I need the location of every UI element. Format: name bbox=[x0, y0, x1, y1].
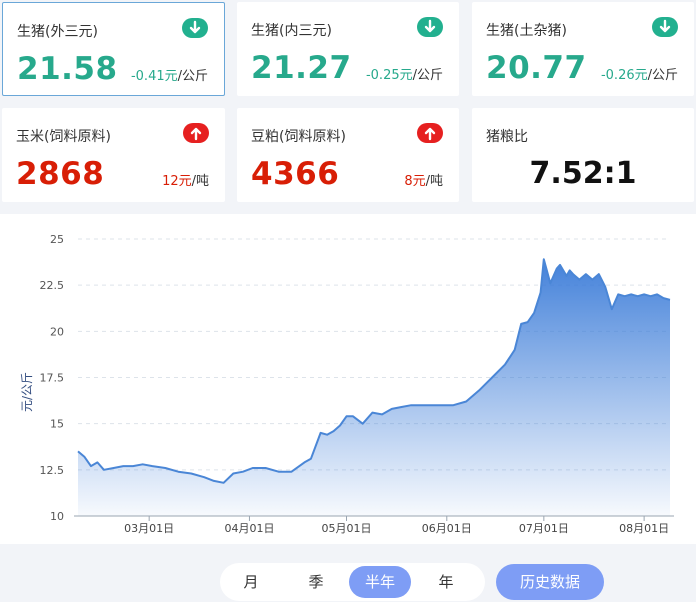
card-title: 生猪(土杂猪) bbox=[486, 23, 567, 39]
x-tick-label: 08月01日 bbox=[619, 522, 669, 535]
chart-svg: 10 12.5 15 17.5 20 22.5 25 03月01日 04月01日 05月01日 06… bbox=[20, 233, 674, 535]
card-title: 生猪(外三元) bbox=[17, 24, 98, 40]
card-title: 豆粕(饲料原料) bbox=[251, 129, 346, 145]
y-tick-label: 17.5 bbox=[40, 372, 65, 385]
arrow-up-icon bbox=[183, 123, 209, 143]
price-value: 4366 bbox=[251, 156, 340, 192]
hog-grain-ratio-card[interactable]: 猪粮比 7.52:1 bbox=[472, 108, 694, 202]
y-tick-label: 10 bbox=[50, 510, 64, 523]
price-card-pig-inner[interactable]: 生猪(内三元) 21.27 -0.25元/公斤 bbox=[237, 2, 459, 96]
x-tick-label: 06月01日 bbox=[422, 522, 472, 535]
card-title: 生猪(内三元) bbox=[251, 23, 332, 39]
period-month-button[interactable]: 月 bbox=[220, 566, 282, 598]
arrow-up-icon bbox=[417, 123, 443, 143]
price-value: 21.27 bbox=[251, 50, 352, 86]
price-change: -0.25元/公斤 bbox=[365, 68, 443, 83]
arrow-down-icon bbox=[417, 17, 443, 37]
y-tick-label: 22.5 bbox=[40, 279, 65, 292]
price-value: 2868 bbox=[16, 156, 105, 192]
history-data-button[interactable]: 历史数据 bbox=[496, 564, 604, 600]
x-tick-label: 04月01日 bbox=[224, 522, 274, 535]
price-value: 20.77 bbox=[486, 50, 587, 86]
y-tick-label: 15 bbox=[50, 418, 64, 431]
card-title: 猪粮比 bbox=[486, 129, 528, 145]
price-trend-chart: 10 12.5 15 17.5 20 22.5 25 03月01日 04月01日 05月01日 06… bbox=[0, 214, 696, 544]
card-title: 玉米(饲料原料) bbox=[16, 129, 111, 145]
price-change: -0.26元/公斤 bbox=[600, 68, 678, 83]
price-change: 12元/吨 bbox=[162, 174, 209, 189]
y-tick-label: 12.5 bbox=[40, 464, 65, 477]
price-card-soybean-meal[interactable]: 豆粕(饲料原料) 4366 8元/吨 bbox=[237, 108, 459, 202]
series-area bbox=[78, 259, 670, 516]
x-tick-label: 07月01日 bbox=[519, 522, 569, 535]
y-tick-label: 25 bbox=[50, 233, 64, 246]
price-card-pig-outer[interactable]: 生猪(外三元) 21.58 -0.41元/公斤 bbox=[2, 2, 225, 96]
price-value: 21.58 bbox=[17, 51, 118, 87]
y-axis-label: 元/公斤 bbox=[20, 372, 34, 412]
x-tick-label: 05月01日 bbox=[322, 522, 372, 535]
period-year-button[interactable]: 年 bbox=[415, 566, 477, 598]
arrow-down-icon bbox=[652, 17, 678, 37]
y-tick-label: 20 bbox=[50, 325, 64, 338]
arrow-down-icon bbox=[182, 18, 208, 38]
price-change: -0.41元/公斤 bbox=[130, 69, 208, 84]
price-card-pig-mixed[interactable]: 生猪(土杂猪) 20.77 -0.26元/公斤 bbox=[472, 2, 694, 96]
x-tick-label: 03月01日 bbox=[124, 522, 174, 535]
period-selector: 月 季 半年 年 bbox=[220, 563, 485, 601]
period-halfyear-button[interactable]: 半年 bbox=[349, 566, 411, 598]
period-quarter-button[interactable]: 季 bbox=[285, 566, 347, 598]
price-change: 8元/吨 bbox=[404, 174, 443, 189]
price-card-corn[interactable]: 玉米(饲料原料) 2868 12元/吨 bbox=[2, 108, 225, 202]
ratio-value: 7.52:1 bbox=[529, 156, 637, 191]
